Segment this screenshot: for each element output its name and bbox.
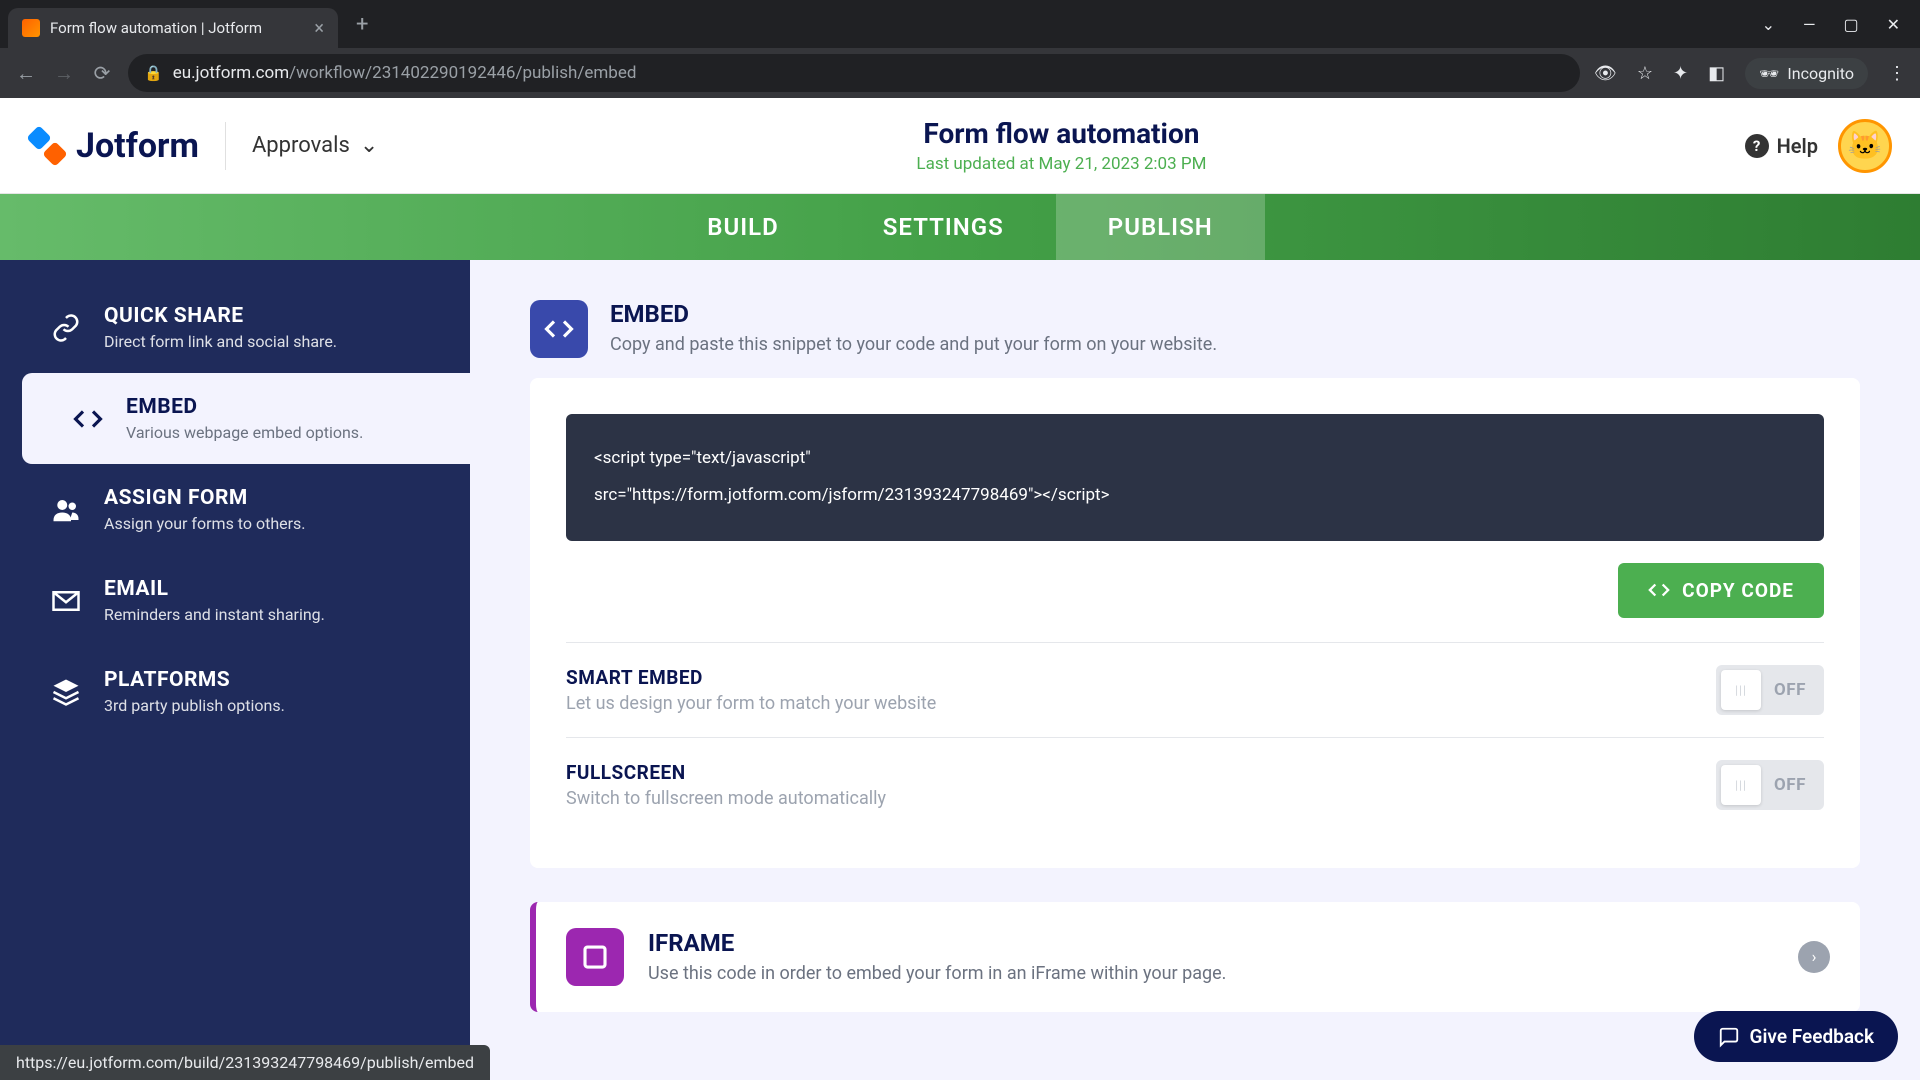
tabs-dropdown-icon[interactable]: ⌄: [1762, 15, 1775, 34]
divider: [225, 122, 226, 170]
iframe-badge-icon: [566, 928, 624, 986]
code-icon: [72, 403, 104, 435]
sidebar-item-embed[interactable]: EMBEDVarious webpage embed options.: [22, 373, 470, 464]
link-icon: [50, 312, 82, 344]
browser-titlebar: Form flow automation | Jotform × + ⌄ — ▢…: [0, 0, 1920, 48]
chevron-right-icon[interactable]: ›: [1798, 941, 1830, 973]
embed-card: <script type="text/javascript" src="http…: [530, 378, 1860, 868]
embed-title: EMBED: [610, 300, 1217, 328]
main-tabs: BUILD SETTINGS PUBLISH: [0, 194, 1920, 260]
favicon-icon: [22, 19, 40, 37]
help-icon: ?: [1745, 134, 1769, 158]
last-updated-text: Last updated at May 21, 2023 2:03 PM: [378, 154, 1744, 174]
menu-icon[interactable]: ⋮: [1888, 63, 1906, 84]
close-tab-icon[interactable]: ×: [314, 18, 324, 39]
smart-embed-row: SMART EMBED Let us design your form to m…: [566, 642, 1824, 737]
tab-build[interactable]: BUILD: [655, 194, 831, 260]
header-center: Form flow automation Last updated at May…: [378, 117, 1744, 174]
extensions-icon[interactable]: ✦: [1673, 63, 1688, 84]
app-header: Jotform Approvals ⌄ Form flow automation…: [0, 98, 1920, 194]
toggle-knob-icon: [1721, 670, 1761, 710]
new-tab-button[interactable]: +: [356, 12, 368, 37]
email-icon: [50, 585, 82, 617]
workflow-title: Form flow automation: [378, 117, 1744, 150]
tab-title: Form flow automation | Jotform: [50, 19, 304, 37]
tab-publish[interactable]: PUBLISH: [1056, 194, 1265, 260]
maximize-icon[interactable]: ▢: [1843, 15, 1858, 34]
tab-settings[interactable]: SETTINGS: [831, 194, 1056, 260]
minimize-icon[interactable]: —: [1803, 15, 1816, 34]
eye-crossed-icon[interactable]: 👁: [1594, 63, 1617, 84]
toggle-knob-icon: [1721, 765, 1761, 805]
help-link[interactable]: ? Help: [1745, 134, 1818, 158]
embed-badge-icon: [530, 300, 588, 358]
logo-mark-icon: [28, 127, 66, 165]
star-icon[interactable]: ☆: [1637, 63, 1653, 84]
users-icon: [50, 494, 82, 526]
chevron-down-icon: ⌄: [360, 133, 378, 158]
close-window-icon[interactable]: ✕: [1887, 15, 1900, 34]
user-avatar[interactable]: 🐱: [1838, 119, 1892, 173]
sidebar-item-platforms[interactable]: PLATFORMS3rd party publish options.: [0, 646, 470, 737]
sidepanel-icon[interactable]: ◧: [1708, 63, 1725, 84]
sidebar-item-email[interactable]: EMAILReminders and instant sharing.: [0, 555, 470, 646]
copy-code-button[interactable]: COPY CODE: [1618, 563, 1824, 618]
window-controls: ⌄ — ▢ ✕: [1762, 15, 1912, 34]
iframe-desc: Use this code in order to embed your for…: [648, 963, 1226, 984]
back-icon[interactable]: ←: [14, 61, 38, 86]
fullscreen-row: FULLSCREEN Switch to fullscreen mode aut…: [566, 737, 1824, 832]
fullscreen-toggle[interactable]: OFF: [1716, 760, 1824, 810]
address-bar: ← → ⟳ 🔒 eu.jotform.com/workflow/23140229…: [0, 48, 1920, 98]
jotform-logo[interactable]: Jotform: [28, 126, 199, 166]
iframe-card[interactable]: IFRAME Use this code in order to embed y…: [530, 902, 1860, 1012]
sidebar: QUICK SHAREDirect form link and social s…: [0, 260, 470, 1080]
lock-icon: 🔒: [144, 64, 163, 82]
code-snippet[interactable]: <script type="text/javascript" src="http…: [566, 414, 1824, 541]
status-bar: https://eu.jotform.com/build/23139324779…: [0, 1045, 490, 1080]
forward-icon[interactable]: →: [52, 61, 76, 86]
iframe-title: IFRAME: [648, 929, 1226, 957]
incognito-badge[interactable]: 🕶 Incognito: [1745, 58, 1868, 89]
url-input[interactable]: 🔒 eu.jotform.com/workflow/23140229019244…: [128, 54, 1580, 92]
embed-desc: Copy and paste this snippet to your code…: [610, 334, 1217, 355]
reload-icon[interactable]: ⟳: [90, 61, 114, 85]
embed-section-header: EMBED Copy and paste this snippet to you…: [530, 300, 1860, 358]
layers-icon: [50, 676, 82, 708]
browser-tab[interactable]: Form flow automation | Jotform ×: [8, 8, 338, 48]
smart-embed-toggle[interactable]: OFF: [1716, 665, 1824, 715]
incognito-icon: 🕶: [1759, 64, 1779, 83]
give-feedback-button[interactable]: Give Feedback: [1694, 1011, 1898, 1062]
sidebar-item-quick-share[interactable]: QUICK SHAREDirect form link and social s…: [0, 282, 470, 373]
logo-text: Jotform: [76, 126, 199, 166]
main-content: EMBED Copy and paste this snippet to you…: [470, 260, 1920, 1080]
url-text: eu.jotform.com/workflow/231402290192446/…: [173, 63, 637, 83]
approvals-dropdown[interactable]: Approvals ⌄: [252, 133, 378, 158]
sidebar-item-assign-form[interactable]: ASSIGN FORMAssign your forms to others.: [0, 464, 470, 555]
